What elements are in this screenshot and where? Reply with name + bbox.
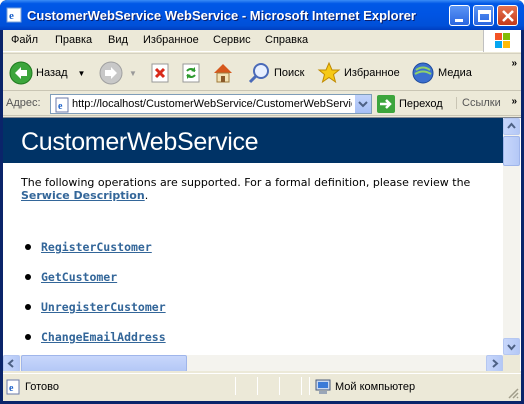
go-button[interactable]: Переход xyxy=(377,95,443,113)
status-divider xyxy=(309,377,310,395)
back-button[interactable]: Назад ▼ xyxy=(9,60,85,86)
window-frame: Файл Правка Вид Избранное Сервис Справка xyxy=(3,30,521,401)
maximize-button[interactable] xyxy=(473,5,494,26)
windows-logo-icon xyxy=(483,30,521,52)
menu-tools[interactable]: Сервис xyxy=(213,34,251,46)
favorites-button[interactable]: Избранное xyxy=(317,60,400,86)
address-input[interactable] xyxy=(72,97,352,111)
zone-label: Мой компьютер xyxy=(335,381,416,393)
scroll-left-button[interactable] xyxy=(3,355,20,371)
horizontal-scrollbar[interactable] xyxy=(3,355,503,371)
menu-bar: Файл Правка Вид Избранное Сервис Справка xyxy=(3,30,521,52)
svg-text:e: e xyxy=(9,10,14,22)
status-divider xyxy=(279,377,280,395)
menu-help[interactable]: Справка xyxy=(265,34,308,46)
page-content: CustomerWebService The following operati… xyxy=(3,117,521,371)
my-computer-icon xyxy=(315,379,331,394)
search-button[interactable]: Поиск xyxy=(247,60,304,86)
home-icon xyxy=(214,64,232,83)
status-main: e Готово xyxy=(5,379,59,395)
list-item: RegisterCustomer xyxy=(25,240,166,270)
back-arrow-icon xyxy=(9,61,33,85)
go-arrow-icon xyxy=(377,95,395,113)
forward-button[interactable]: ▼ xyxy=(99,60,137,86)
page-icon: e xyxy=(55,97,69,113)
vertical-scrollbar[interactable] xyxy=(503,118,520,355)
status-text: Готово xyxy=(25,381,59,393)
intro-text: The following operations are supported. … xyxy=(21,176,471,189)
operations-list: RegisterCustomer GetCustomer UnregisterC… xyxy=(25,240,166,360)
stop-button[interactable] xyxy=(149,60,171,86)
ie-window: e CustomerWebService WebService - Micros… xyxy=(0,0,524,404)
operation-link-register-customer[interactable]: RegisterCustomer xyxy=(41,240,152,254)
refresh-button[interactable] xyxy=(180,60,202,86)
search-label: Поиск xyxy=(274,67,305,79)
address-bar: Адрес: e Переход Ссылки » xyxy=(3,92,521,116)
operation-link-get-customer[interactable]: GetCustomer xyxy=(41,270,117,284)
chevron-up-icon xyxy=(507,122,516,129)
security-zone: Мой компьютер xyxy=(315,379,415,395)
intro-period: . xyxy=(144,189,149,202)
favorites-label: Избранное xyxy=(344,67,400,79)
window-title: CustomerWebService WebService - Microsof… xyxy=(27,8,416,23)
scrollbar-corner xyxy=(503,355,520,371)
operation-link-unregister-customer[interactable]: UnregisterCustomer xyxy=(41,300,166,314)
address-box[interactable]: e xyxy=(50,94,372,114)
scroll-up-button[interactable] xyxy=(503,118,520,135)
refresh-icon xyxy=(182,63,200,83)
minimize-icon xyxy=(455,19,463,22)
chevron-left-icon xyxy=(7,359,14,368)
address-dropdown-button[interactable] xyxy=(354,95,371,113)
chevron-down-icon xyxy=(507,344,516,351)
media-icon xyxy=(412,62,434,84)
list-item: UnregisterCustomer xyxy=(25,300,166,330)
menu-edit[interactable]: Правка xyxy=(55,34,92,46)
scroll-down-button[interactable] xyxy=(503,338,520,355)
links-overflow-icon[interactable]: » xyxy=(511,96,517,107)
operation-link-change-email-address[interactable]: ChangeEmailAddress xyxy=(41,330,166,344)
svg-text:e: e xyxy=(9,383,14,394)
menu-favorites[interactable]: Избранное xyxy=(143,34,199,46)
home-button[interactable] xyxy=(211,60,235,86)
menu-view[interactable]: Вид xyxy=(108,34,128,46)
status-divider xyxy=(235,377,236,395)
back-label: Назад xyxy=(36,67,68,79)
media-label: Медиа xyxy=(438,67,472,79)
resize-grip-icon[interactable] xyxy=(507,387,519,399)
toolbar-overflow-icon[interactable]: » xyxy=(511,58,517,69)
menu-file[interactable]: Файл xyxy=(11,34,38,46)
maximize-icon xyxy=(478,10,491,22)
address-label: Адрес: xyxy=(6,97,41,109)
status-divider xyxy=(301,377,302,395)
service-description-link[interactable]: Serwice Description xyxy=(21,189,145,202)
page-done-icon: e xyxy=(6,379,20,395)
close-icon xyxy=(502,10,514,22)
svg-text:e: e xyxy=(58,101,63,112)
chevron-right-icon xyxy=(492,359,499,368)
back-dropdown-icon[interactable]: ▼ xyxy=(78,69,86,78)
media-button[interactable]: Медиа xyxy=(411,60,472,86)
page-title: CustomerWebService xyxy=(21,128,259,156)
standard-toolbar: Назад ▼ ▼ Поиск Избранное Медиа » xyxy=(3,53,521,91)
status-divider xyxy=(257,377,258,395)
favorites-star-icon xyxy=(317,61,341,84)
search-icon xyxy=(248,63,269,84)
horizontal-scroll-thumb[interactable] xyxy=(21,355,187,371)
ie-logo-icon: e xyxy=(6,7,22,23)
forward-dropdown-icon[interactable]: ▼ xyxy=(129,69,137,78)
close-button[interactable] xyxy=(497,5,518,26)
stop-icon xyxy=(151,63,169,83)
status-bar: e Готово Мой компьютер xyxy=(3,373,521,401)
title-bar[interactable]: e CustomerWebService WebService - Micros… xyxy=(0,0,524,30)
list-item: GetCustomer xyxy=(25,270,166,300)
vertical-scroll-thumb[interactable] xyxy=(503,136,520,166)
links-toolbar[interactable]: Ссылки xyxy=(456,97,501,109)
minimize-button[interactable] xyxy=(449,5,470,26)
go-label: Переход xyxy=(399,98,443,110)
forward-arrow-icon xyxy=(99,61,123,85)
page-heading-banner: CustomerWebService xyxy=(3,118,503,163)
chevron-down-icon xyxy=(358,101,368,108)
intro-paragraph: The following operations are supported. … xyxy=(21,176,501,202)
scroll-right-button[interactable] xyxy=(486,355,503,371)
